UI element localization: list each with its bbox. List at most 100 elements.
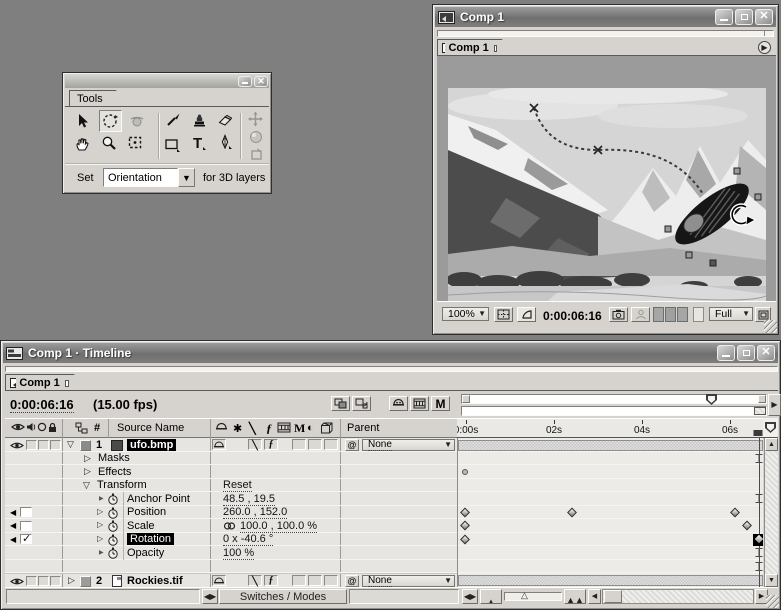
prev-keyframe-icon[interactable]: ◀ [10,535,16,544]
switches-modes-button[interactable]: Switches / Modes [219,589,347,604]
docking-strip[interactable] [437,30,774,37]
quality-switch-cell[interactable]: ╲ [248,439,262,450]
time-navigator[interactable] [461,394,767,404]
property-row[interactable]: ◀ ▷ Rotation 0 x -40.6 ° [5,533,457,547]
motion-blur-switch-icon[interactable]: M [294,421,305,436]
3d-layer-cell[interactable] [324,439,338,450]
twirl-right-icon[interactable]: ▷ [97,534,103,543]
close-icon[interactable]: ✕ [757,345,775,361]
video-eye-icon[interactable] [10,441,24,450]
lock-cell[interactable] [50,440,61,450]
solo-icon[interactable] [37,422,47,432]
twirl-mini-icon[interactable]: ▶ [99,549,104,556]
tab-target-icon[interactable] [65,380,69,387]
audio-cell[interactable] [26,440,37,450]
comp-titlebar[interactable]: Comp 1 ✕ [435,7,776,27]
property-row[interactable]: ◀ ▷ Position 260.0 , 152.0 [5,506,457,520]
property-label[interactable]: Scale [127,520,155,532]
3d-track-tool-icon[interactable] [249,147,264,161]
keyframe-checkbox-checked[interactable] [20,534,32,544]
solo-cell[interactable] [38,440,49,450]
pan-arrows-icon[interactable]: ◀▶ [462,589,478,604]
layer-row-rockies[interactable]: ▷ 2 Rockies.tif ╲ ƒ @ None ▼ [5,573,457,587]
resize-grip[interactable] [766,595,779,608]
reset-link[interactable]: Reset [223,479,252,492]
brush-tool-icon[interactable] [165,112,181,128]
layer-row-ufo[interactable]: ▽ 1 ufo.bmp ╲ ƒ @ None ▼ [5,438,457,452]
snapshot-camera-icon[interactable] [609,307,628,322]
layer-duration-bar[interactable] [458,575,763,586]
group-label[interactable]: Effects [98,466,131,478]
lock-icon[interactable] [48,422,57,433]
collapse-switch-icon[interactable]: ✱ [233,422,242,435]
tools-tab[interactable]: Tools [69,90,127,107]
parent-dropdown[interactable]: None ▼ [362,439,455,451]
clone-stamp-tool-icon[interactable] [191,112,207,128]
close-icon[interactable]: ✕ [755,9,773,25]
stopwatch-icon[interactable] [107,493,120,505]
resize-grip[interactable] [764,320,777,333]
keyframe-dot[interactable] [462,469,468,475]
layer-switches-icon[interactable] [75,422,88,434]
property-group-row[interactable]: ▷ Masks [5,452,457,466]
red-channel-icon[interactable] [653,307,664,322]
column-number[interactable]: # [94,422,100,434]
label-color-chip[interactable] [80,440,91,451]
shy-switch-icon[interactable] [215,422,228,433]
audio-cell[interactable] [26,576,37,586]
property-group-row[interactable]: ▷ Effects [5,465,457,479]
current-time-display[interactable]: 0:00:06:16 [10,397,74,413]
stopwatch-icon[interactable] [107,547,120,559]
orientation-dropdown[interactable]: Orientation ▼ [103,168,195,187]
prev-keyframe-icon[interactable]: ◀ [10,508,16,517]
frame-blend-cell[interactable] [292,439,306,450]
timeline-titlebar[interactable]: Comp 1 · Timeline ✕ [3,343,778,363]
navigator-thumb[interactable] [706,394,717,405]
wireframe-preview-icon[interactable] [517,307,536,322]
frame-blending-master-button[interactable] [410,396,429,411]
comp-flowchart-button[interactable] [352,396,371,411]
comp-viewport[interactable] [437,56,776,301]
work-area-bar[interactable] [461,406,767,416]
magnification-dropdown[interactable]: 100% ▼ [442,307,489,321]
layer-name[interactable]: Rockies.tif [127,575,183,587]
minimize-button[interactable] [238,76,252,87]
property-value[interactable]: 100 % [223,547,254,560]
rectangle-tool-icon[interactable] [164,138,181,152]
comp-tab[interactable]: Comp 1 [437,39,513,56]
horizontal-scrollbar[interactable] [602,589,754,604]
comp-image[interactable] [448,88,766,301]
zoom-tool-icon[interactable] [101,135,117,151]
property-row[interactable]: ◀ ▷ Scale 100.0 , 100.0 % [5,519,457,533]
keyframe-checkbox[interactable] [20,521,32,531]
layer-duration-bar[interactable] [458,440,763,451]
time-ruler[interactable]: 0:00s02s04s06s [457,418,763,438]
comp-time-display[interactable]: 0:00:06:16 [543,309,602,323]
keyframe-diamond-selected[interactable] [753,534,763,546]
blue-channel-icon[interactable] [677,307,688,322]
shy-layers-master-button[interactable] [389,396,408,411]
parent-pickwhip-icon[interactable]: @ [345,439,359,451]
frame-blend-switch-icon[interactable] [277,422,291,433]
work-area-end-handle[interactable] [754,407,766,415]
property-value[interactable]: 48.5 , 19.5 [223,493,275,506]
property-row[interactable]: ▶ Opacity 100 % [5,546,457,560]
docking-strip[interactable] [5,366,778,372]
shy-switch-cell[interactable] [212,575,226,586]
keyframe-graph[interactable] [457,438,763,587]
property-value[interactable]: 100.0 , 100.0 % [240,520,317,533]
zoom-slider[interactable]: △ [504,592,562,601]
panel-menu-icon[interactable]: ▶ [758,41,771,54]
3d-layer-switch-icon[interactable] [320,422,333,434]
zoom-slider-thumb[interactable]: △ [521,590,528,601]
label-color-chip[interactable] [80,576,91,587]
resolution-dropdown[interactable]: Full ▼ [709,307,753,321]
property-label[interactable]: Opacity [127,547,164,559]
motion-blur-cell[interactable] [308,439,322,450]
constrain-proportions-icon[interactable] [223,521,236,531]
shy-switch-cell[interactable] [212,439,226,450]
property-row[interactable]: ▶ Anchor Point 48.5 , 19.5 [5,492,457,506]
zoom-out-icon[interactable]: ▲ [480,589,502,604]
stopwatch-icon[interactable] [107,520,120,532]
scrollbar-thumb[interactable] [604,590,622,603]
